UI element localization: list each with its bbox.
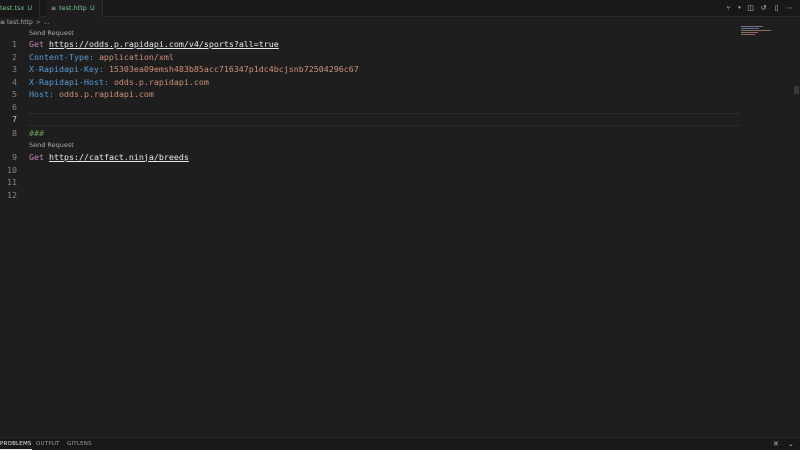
scrollbar[interactable] <box>793 26 800 86</box>
line-content: Get https://catfact.ninja/breeds <box>29 151 189 164</box>
tab-test-tsx[interactable]: test.tsx U <box>0 0 40 17</box>
tab-untracked-badge: U <box>89 4 95 12</box>
more-actions-icon[interactable]: ⋯ <box>785 4 794 13</box>
line-content: Get https://odds.p.rapidapi.com/v4/sport… <box>29 38 279 51</box>
code-line: 1 Get https://odds.p.rapidapi.com/v4/spo… <box>0 38 790 51</box>
line-number: 7 <box>12 114 17 124</box>
open-changes-icon[interactable]: ◫ <box>746 4 755 13</box>
scrollbar-thumb[interactable] <box>794 86 799 94</box>
code-editor[interactable]: Send Request 1 Get https://odds.p.rapida… <box>0 28 790 438</box>
send-request-lens[interactable]: Send Request <box>29 140 74 150</box>
http-method: Get <box>29 39 44 49</box>
header-name: Content-Type: <box>29 51 94 62</box>
code-line: 10 <box>0 164 790 177</box>
chevron-down-icon[interactable]: ▾ <box>737 4 742 13</box>
request-url[interactable]: https://catfact.ninja/breeds <box>49 152 189 162</box>
editor-actions: ⑂ ▾ ◫ ↺ ▯ ⋯ <box>724 3 794 14</box>
request-separator: ### <box>29 127 44 138</box>
header-name: X-Rapidapi-Host: <box>29 76 109 87</box>
split-editor-icon[interactable]: ▯ <box>772 4 781 13</box>
code-line: 12 <box>0 189 790 202</box>
line-content: Host: odds.p.rapidapi.com <box>29 88 154 101</box>
line-content: X-Rapidapi-Key: 15303ea09emsh483b85acc71… <box>29 63 359 76</box>
code-line: 4 X-Rapidapi-Host: odds.p.rapidapi.com <box>0 76 790 89</box>
line-number: 9 <box>12 151 17 162</box>
breadcrumb: ≡ test.http >... <box>0 18 50 28</box>
bottom-panel: PROBLEMS OUTPUT GITLENS ✕ ⌄ <box>0 437 800 450</box>
line-number: 5 <box>12 89 17 99</box>
line-number: 3 <box>12 64 17 74</box>
breadcrumb-separator: > <box>35 19 41 26</box>
source-control-icon[interactable]: ⑂ <box>724 4 733 13</box>
panel-tab-problems[interactable]: PROBLEMS <box>0 438 32 450</box>
panel-tab-output[interactable]: OUTPUT <box>36 438 60 450</box>
code-line: 3 X-Rapidapi-Key: 15303ea09emsh483b85acc… <box>0 63 790 76</box>
history-icon[interactable]: ↺ <box>759 4 768 13</box>
tab-label: test.tsx <box>0 4 25 12</box>
code-line: 8 ### <box>0 127 790 140</box>
line-number: 11 <box>7 177 17 187</box>
line-content: Content-Type: application/xml <box>29 51 174 64</box>
http-icon: ≡ <box>0 19 6 26</box>
editor-tab-bar: test.tsx U ≡ test.http U ⑂ ▾ ◫ ↺ ▯ ⋯ <box>0 0 800 17</box>
line-content: X-Rapidapi-Host: odds.p.rapidapi.com <box>29 76 209 89</box>
breadcrumb-file[interactable]: test.http <box>7 19 33 26</box>
code-line: 6 <box>0 101 790 114</box>
line-number: 4 <box>12 76 17 87</box>
panel-tab-gitlens[interactable]: GITLENS <box>67 438 92 450</box>
request-url[interactable]: https://odds.p.rapidapi.com/v4/sports?al… <box>49 39 279 49</box>
tab-untracked-badge: U <box>27 4 33 12</box>
line-number: 12 <box>7 189 17 200</box>
close-icon[interactable]: ✕ <box>773 438 779 450</box>
header-name: X-Rapidapi-Key: <box>29 64 104 74</box>
http-method: Get <box>29 151 44 162</box>
header-name: Host: <box>29 89 54 99</box>
breadcrumb-more[interactable]: ... <box>44 19 50 26</box>
code-line: 11 <box>0 176 790 189</box>
chevron-down-icon[interactable]: ⌄ <box>788 438 794 450</box>
tab-label: test.http <box>59 4 87 12</box>
send-request-lens[interactable]: Send Request <box>29 28 74 38</box>
line-number: 6 <box>12 101 17 112</box>
code-line: 5 Host: odds.p.rapidapi.com <box>0 88 790 101</box>
line-number: 1 <box>12 39 17 49</box>
code-line: 7 <box>0 113 790 126</box>
http-icon: ≡ <box>51 5 57 12</box>
header-value: odds.p.rapidapi.com <box>58 89 154 99</box>
line-number: 2 <box>12 51 17 62</box>
header-value: application/xml <box>98 51 174 62</box>
code-line: 2 Content-Type: application/xml <box>0 51 790 64</box>
header-value: 15303ea09emsh483b85acc716347p1dc4bcjsnb7… <box>108 64 359 74</box>
code-line: 9 Get https://catfact.ninja/breeds <box>0 151 790 164</box>
line-number: 10 <box>7 164 17 175</box>
header-value: odds.p.rapidapi.com <box>113 76 209 87</box>
line-number: 8 <box>12 127 17 138</box>
tab-test-http[interactable]: ≡ test.http U <box>47 0 103 17</box>
